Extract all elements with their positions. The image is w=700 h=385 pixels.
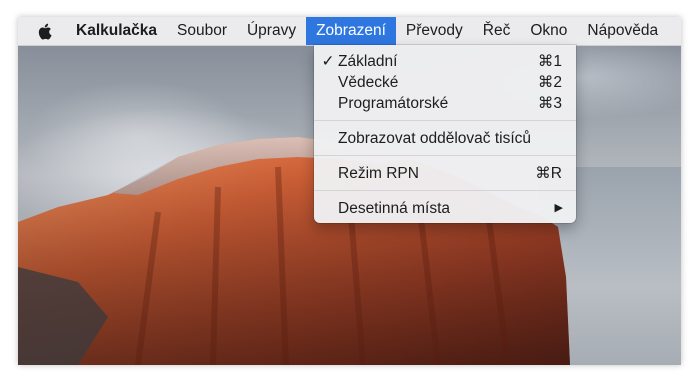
menu-item-thousands-separator[interactable]: Zobrazovat oddělovač tisíců (314, 128, 576, 149)
view-menu-dropdown: ✓ Základní ⌘1 Vědecké ⌘2 Programátorské … (314, 45, 576, 223)
menu-rec[interactable]: Řeč (473, 17, 521, 45)
menu-soubor[interactable]: Soubor (167, 17, 237, 45)
menu-separator (314, 190, 576, 191)
menu-item-label: Základní (338, 53, 398, 70)
apple-logo-icon[interactable] (18, 17, 70, 45)
menu-zobrazeni[interactable]: Zobrazení (306, 17, 396, 45)
menu-okno[interactable]: Okno (520, 17, 577, 45)
menu-item-rpn-mode[interactable]: Režim RPN ⌘R (314, 163, 576, 184)
menu-item-scientific[interactable]: Vědecké ⌘2 (314, 72, 576, 93)
menu-app-name[interactable]: Kalkulačka (70, 17, 167, 45)
menu-item-shortcut: ⌘3 (537, 95, 562, 112)
checkmark-icon: ✓ (321, 53, 335, 70)
menu-upravy[interactable]: Úpravy (237, 17, 306, 45)
menu-separator (314, 155, 576, 156)
menu-item-shortcut: ⌘2 (537, 74, 562, 91)
menu-item-label: Zobrazovat oddělovač tisíců (338, 130, 531, 147)
screenshot-frame: Kalkulačka Soubor Úpravy Zobrazení Převo… (18, 17, 681, 365)
menu-item-label: Desetinná místa (338, 200, 450, 217)
menu-item-label: Režim RPN (338, 165, 419, 182)
menu-item-shortcut: ⌘R (535, 165, 562, 182)
menu-napoveda[interactable]: Nápověda (577, 17, 668, 45)
menu-item-label: Vědecké (338, 74, 399, 91)
menu-prevody[interactable]: Převody (396, 17, 473, 45)
menu-item-label: Programátorské (338, 95, 449, 112)
menu-separator (314, 120, 576, 121)
submenu-arrow-icon: ▶ (554, 202, 563, 214)
menu-item-programmer[interactable]: Programátorské ⌘3 (314, 93, 576, 114)
menu-item-basic[interactable]: ✓ Základní ⌘1 (314, 51, 576, 72)
menu-item-decimal-places[interactable]: Desetinná místa ▶ (314, 198, 576, 219)
menu-bar: Kalkulačka Soubor Úpravy Zobrazení Převo… (18, 17, 681, 46)
menu-item-shortcut: ⌘1 (537, 53, 562, 70)
